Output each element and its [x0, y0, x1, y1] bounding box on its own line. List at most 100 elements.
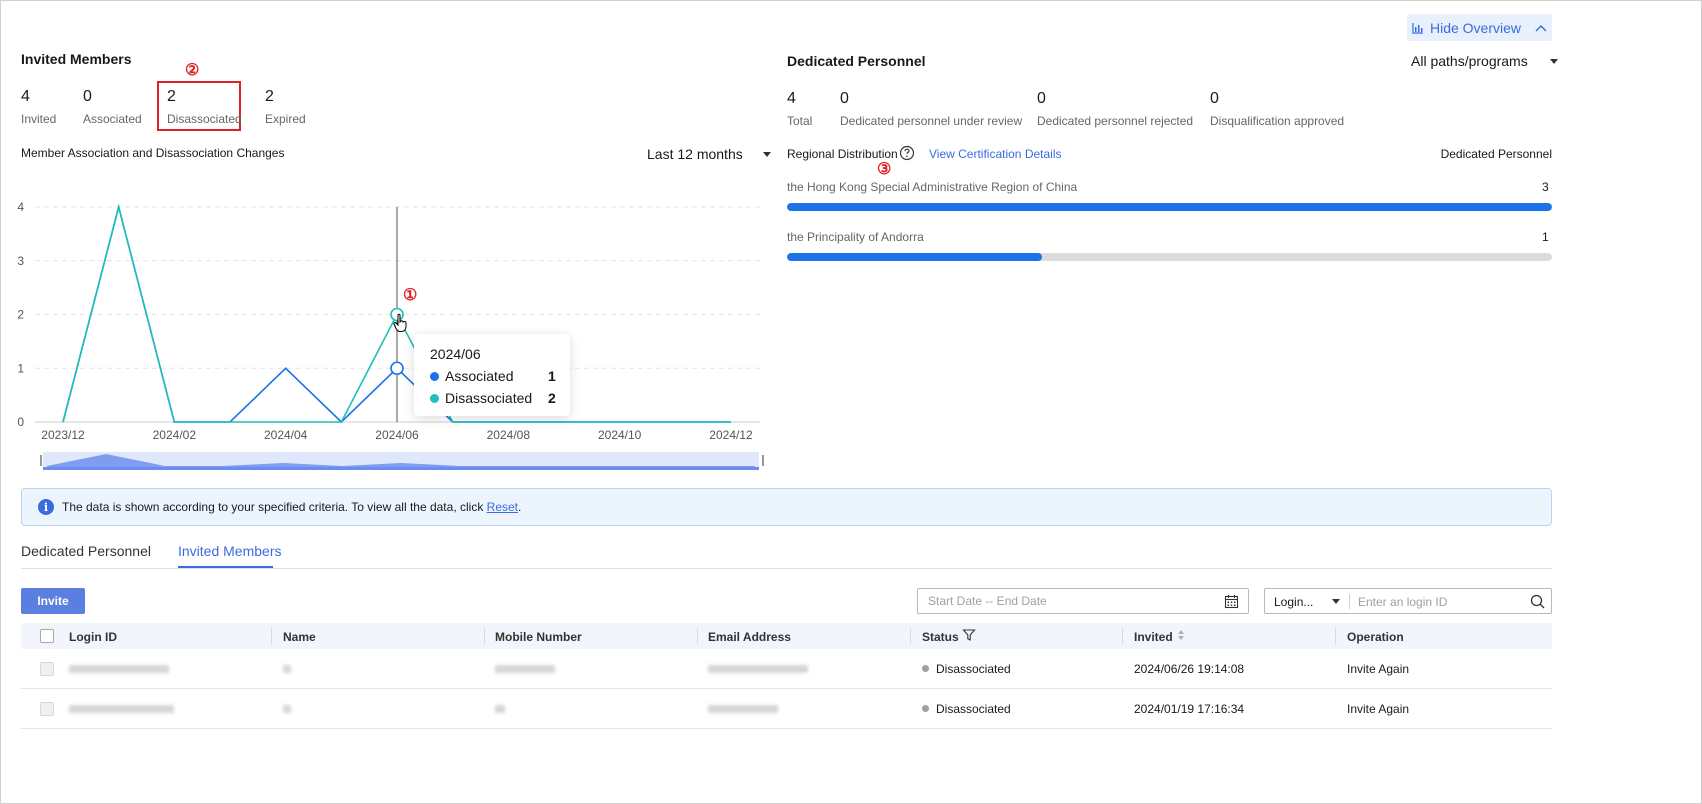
dp-review-label: Dedicated personnel under review — [840, 114, 1023, 128]
sort-icon[interactable] — [1176, 628, 1186, 642]
help-icon[interactable] — [899, 145, 915, 161]
tab-invited-members[interactable]: Invited Members — [178, 543, 281, 559]
invited-members-title: Invited Members — [21, 51, 132, 67]
status-dot — [922, 665, 929, 672]
dp-rejected-value: 0 — [1037, 90, 1046, 107]
row-checkbox — [40, 702, 54, 716]
marker-3: ③ — [877, 161, 892, 178]
table-row: Disassociated 2024/01/19 17:16:34 Invite… — [21, 689, 1552, 729]
status-text: Disassociated — [936, 662, 1011, 676]
caret-down-icon — [762, 151, 771, 157]
region-bar-fill — [787, 203, 1552, 211]
column-header-email[interactable]: Email Address — [708, 630, 791, 644]
chevron-up-icon — [1535, 24, 1547, 31]
marker-1: ① — [403, 287, 418, 304]
y-tick-label: 0 — [17, 415, 24, 429]
column-divider — [697, 628, 698, 644]
calendar-icon — [1224, 595, 1239, 609]
x-tick-label: 2024/02 — [153, 428, 197, 442]
x-tick-label: 2024/06 — [375, 428, 419, 442]
column-divider — [910, 628, 911, 644]
reset-link[interactable]: Reset — [487, 500, 518, 514]
range-select[interactable]: Last 12 months — [647, 146, 771, 162]
invited-time: 2024/06/26 19:14:08 — [1134, 662, 1245, 676]
table-row: Disassociated 2024/06/26 19:14:08 Invite… — [21, 649, 1552, 689]
caret-down-icon — [1332, 599, 1340, 604]
x-tick-label: 2024/12 — [709, 428, 753, 442]
row-checkbox — [40, 662, 54, 676]
banner-message: The data is shown according to your spec… — [62, 500, 487, 514]
caret-down-icon — [1549, 58, 1558, 64]
select-all-checkbox[interactable] — [40, 629, 54, 643]
login-search-group: Login... Enter an login ID — [1264, 588, 1552, 614]
info-banner: i The data is shown according to your sp… — [21, 488, 1552, 526]
y-tick-label: 3 — [17, 254, 24, 268]
stat-expired-label: Expired — [265, 112, 306, 126]
region-bar — [787, 253, 1552, 261]
column-header-invited[interactable]: Invited — [1134, 630, 1173, 644]
x-tick-label: 2024/08 — [487, 428, 531, 442]
date-range-input[interactable]: Start Date -- End Date — [917, 588, 1249, 614]
login-id-redacted — [69, 705, 174, 713]
dp-disqualification-label: Disqualification approved — [1210, 114, 1345, 128]
column-header-status[interactable]: Status — [922, 630, 959, 644]
dp-total-label: Total — [787, 114, 813, 128]
data-point-associated — [390, 361, 404, 376]
invite-again-link[interactable]: Invite Again — [1347, 702, 1409, 716]
date-range-placeholder: Start Date -- End Date — [928, 594, 1047, 608]
paths-filter-value: All paths/programs — [1411, 53, 1528, 69]
column-divider — [1335, 628, 1336, 644]
region-bar — [787, 203, 1552, 211]
y-tick-label: 4 — [17, 200, 24, 214]
region-name: the Principality of Andorra — [787, 230, 924, 244]
login-search-input[interactable]: Enter an login ID — [1358, 595, 1447, 609]
paths-filter-select[interactable]: All paths/programs — [1411, 53, 1558, 69]
tab-dedicated-personnel[interactable]: Dedicated Personnel — [21, 543, 151, 559]
stat-associated-label: Associated — [83, 112, 142, 126]
tooltip-title: 2024/06 — [430, 346, 481, 362]
email-redacted — [708, 665, 808, 673]
range-select-value: Last 12 months — [647, 146, 743, 162]
status-dot — [922, 705, 929, 712]
status-text: Disassociated — [936, 702, 1011, 716]
mobile-redacted — [495, 665, 555, 673]
stat-expired-value: 2 — [265, 88, 274, 105]
stat-disassociated-value[interactable]: 2 — [167, 88, 176, 106]
dp-review-value: 0 — [840, 90, 849, 107]
login-type-select[interactable]: Login... — [1274, 595, 1313, 609]
chart-tooltip: 2024/06 Associated 1 Disassociated 2 — [414, 334, 570, 416]
column-divider — [271, 628, 272, 644]
name-redacted — [283, 705, 291, 713]
column-header-name[interactable]: Name — [283, 630, 316, 644]
filter-icon[interactable] — [962, 628, 976, 642]
region-bar-fill — [787, 253, 1042, 261]
dp-total-value: 4 — [787, 90, 796, 107]
region-name: the Hong Kong Special Administrative Reg… — [787, 180, 1078, 194]
info-icon: i — [38, 499, 54, 515]
search-icon[interactable] — [1530, 594, 1545, 609]
hide-overview-button[interactable]: Hide Overview — [1407, 14, 1552, 41]
line-chart[interactable]: 0 1 2 3 4 2023/12 2024/02 2024/04 2024/06 2024/08… — [0, 190, 775, 480]
select-divider — [1349, 594, 1350, 609]
zoom-slider-base — [43, 467, 759, 470]
email-redacted — [708, 705, 778, 713]
tooltip-disassociated-value: 2 — [548, 390, 556, 406]
column-header-mobile[interactable]: Mobile Number — [495, 630, 582, 644]
tabs-divider — [21, 568, 1552, 569]
tab-active-indicator — [178, 566, 273, 568]
marker-2: ② — [185, 62, 200, 79]
stat-disassociated-label: Disassociated — [167, 112, 242, 126]
invite-button[interactable]: Invite — [21, 588, 85, 614]
invite-again-link[interactable]: Invite Again — [1347, 662, 1409, 676]
column-divider — [484, 628, 485, 644]
x-tick-label: 2024/04 — [264, 428, 308, 442]
view-certification-link[interactable]: View Certification Details — [929, 147, 1062, 161]
column-header-operation: Operation — [1347, 630, 1404, 644]
table-header: Login ID Name Mobile Number Email Addres… — [21, 623, 1552, 649]
column-header-login-id[interactable]: Login ID — [69, 630, 117, 644]
banner-end: . — [518, 500, 522, 514]
dp-disqualification-value: 0 — [1210, 90, 1219, 107]
hide-overview-label: Hide Overview — [1429, 19, 1522, 36]
x-tick-label: 2023/12 — [41, 428, 85, 442]
tooltip-disassociated-dot — [430, 394, 439, 403]
